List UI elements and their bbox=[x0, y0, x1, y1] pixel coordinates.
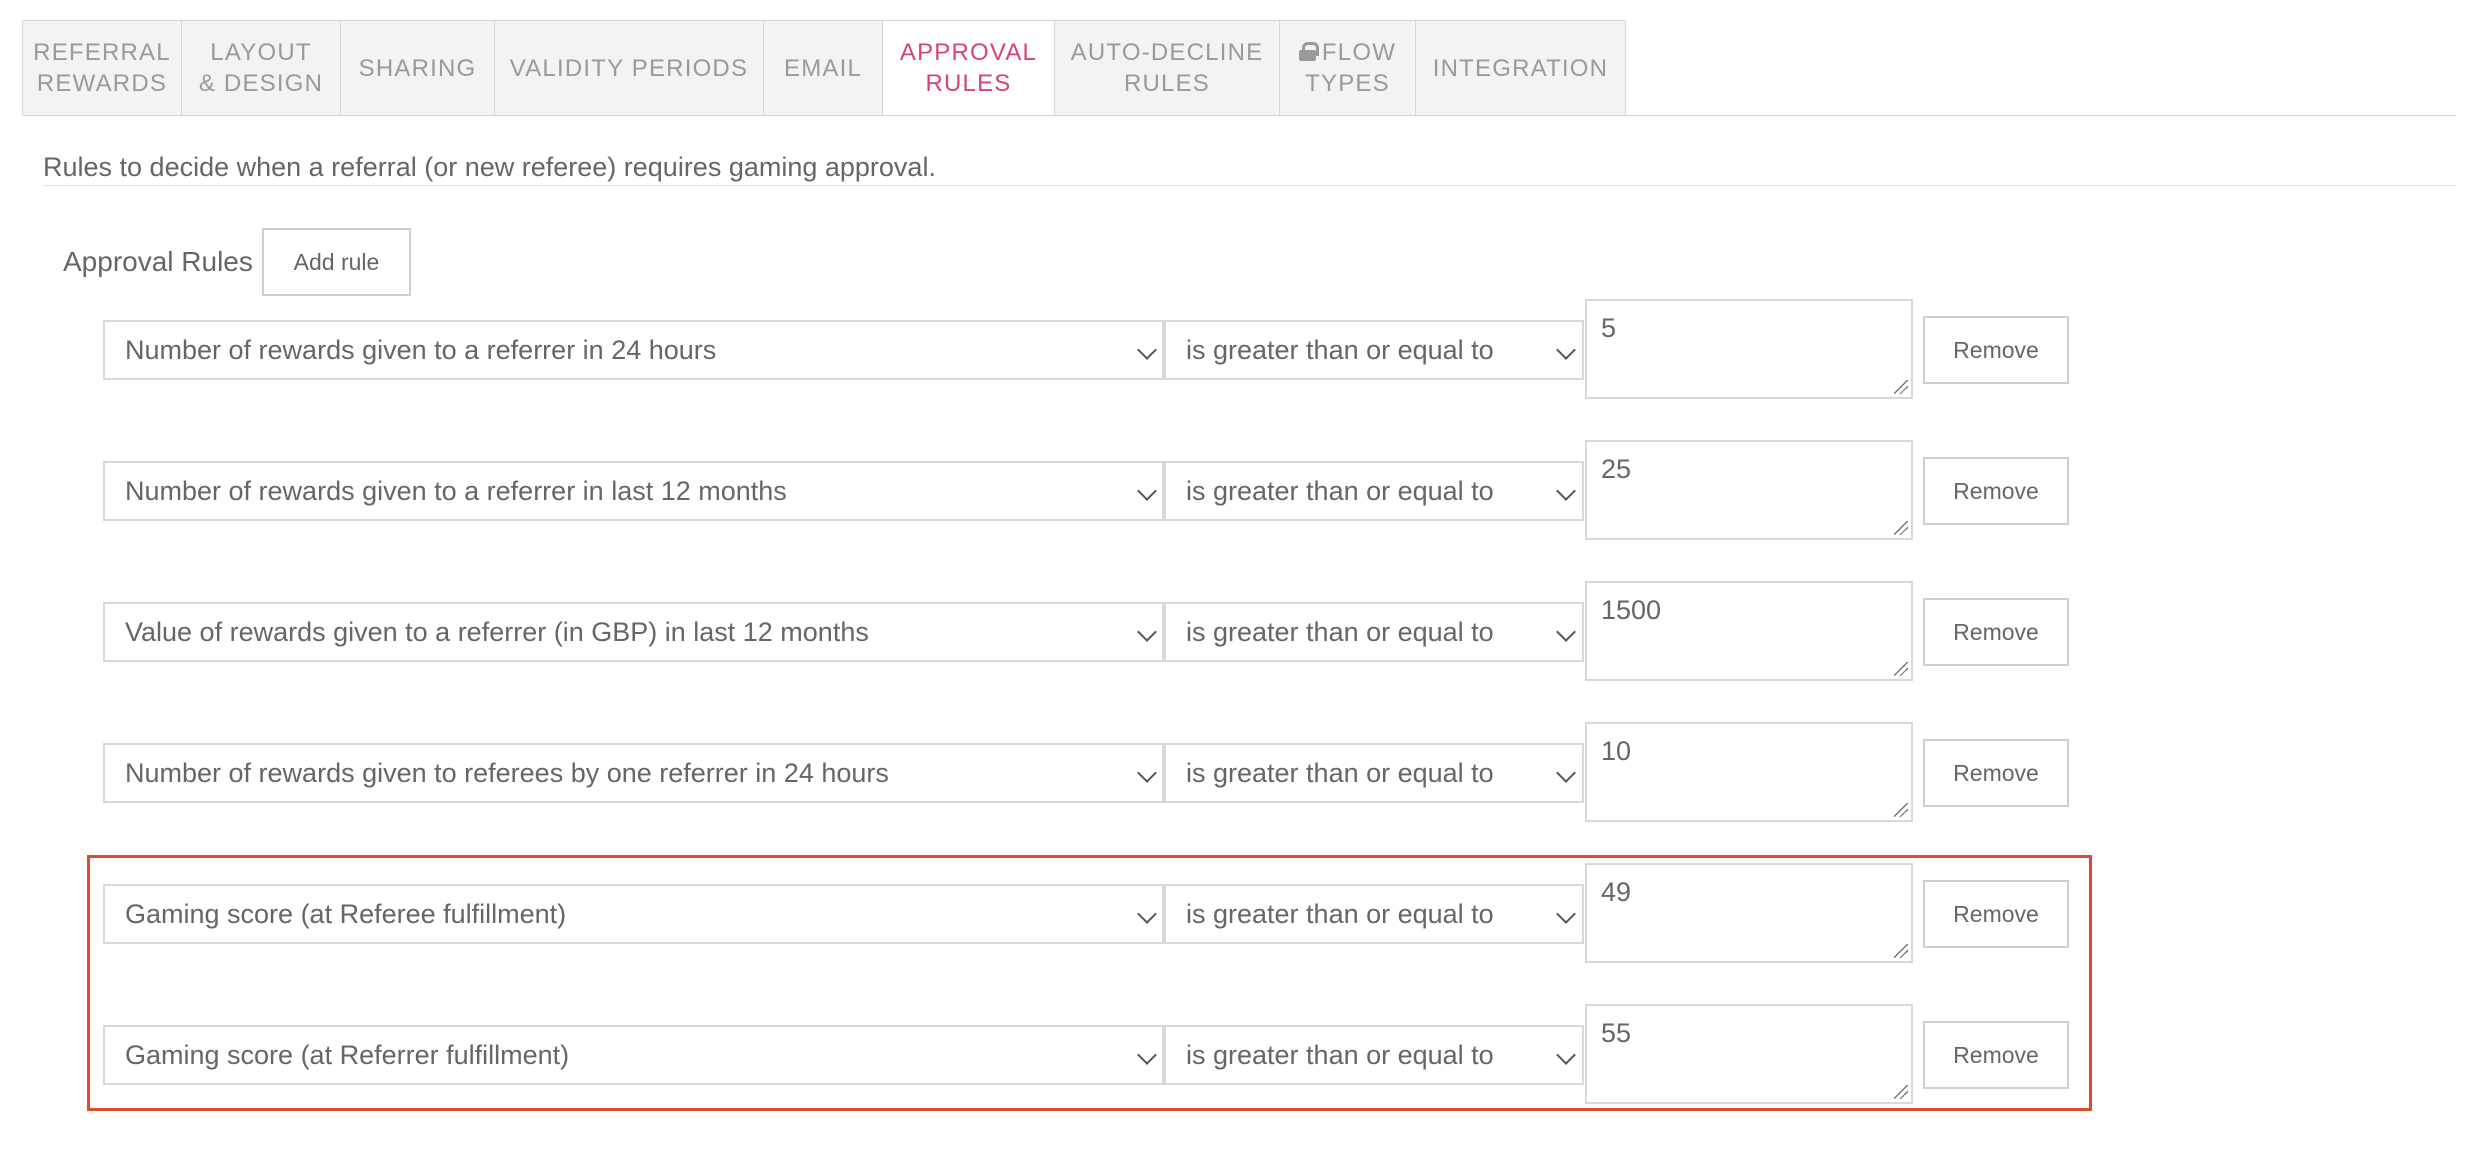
lock-icon bbox=[1298, 42, 1319, 61]
operator-value: is greater than or equal to bbox=[1186, 335, 1494, 365]
metric-select[interactable]: Number of rewards given to referees by o… bbox=[103, 743, 1164, 803]
tab-label: EMAIL bbox=[783, 54, 863, 82]
tab-label: FLOW TYPES bbox=[1298, 37, 1396, 99]
threshold-textarea[interactable]: 25 bbox=[1585, 440, 1913, 540]
chevron-down-icon bbox=[1137, 340, 1157, 360]
tab-label: INTEGRATION bbox=[1432, 54, 1609, 82]
remove-rule-button[interactable]: Remove bbox=[1923, 598, 2069, 666]
remove-rule-button[interactable]: Remove bbox=[1923, 457, 2069, 525]
chevron-down-icon bbox=[1556, 340, 1576, 360]
highlight-box bbox=[87, 855, 2092, 1111]
tabs-divider bbox=[22, 115, 2456, 116]
chevron-down-icon bbox=[1556, 763, 1576, 783]
tab-integration[interactable]: INTEGRATION bbox=[1415, 20, 1626, 116]
metric-value: Value of rewards given to a referrer (in… bbox=[125, 617, 869, 647]
threshold-value: 1500 bbox=[1601, 595, 1662, 625]
tab-label: AUTO-DECLINE RULES bbox=[1070, 39, 1264, 97]
tab-validity-periods[interactable]: VALIDITY PERIODS bbox=[494, 20, 763, 116]
tab-referral-rewards[interactable]: REFERRAL REWARDS bbox=[22, 20, 181, 116]
metric-select[interactable]: Number of rewards given to a referrer in… bbox=[103, 320, 1164, 380]
approval-rules-label: Approval Rules bbox=[63, 246, 253, 277]
threshold-value: 10 bbox=[1601, 736, 1632, 766]
page-description: Rules to decide when a referral (or new … bbox=[43, 152, 936, 182]
tab-flow-types[interactable]: FLOW TYPES bbox=[1279, 20, 1415, 116]
settings-tabs: REFERRAL REWARDS LAYOUT & DESIGN SHARING… bbox=[22, 20, 1626, 116]
resize-handle-icon[interactable] bbox=[1894, 521, 1908, 535]
metric-select[interactable]: Value of rewards given to a referrer (in… bbox=[103, 602, 1164, 662]
resize-handle-icon[interactable] bbox=[1894, 662, 1908, 676]
chevron-down-icon bbox=[1556, 622, 1576, 642]
resize-handle-icon[interactable] bbox=[1894, 380, 1908, 394]
tab-label: VALIDITY PERIODS bbox=[509, 54, 749, 82]
operator-value: is greater than or equal to bbox=[1186, 476, 1494, 506]
operator-select[interactable]: is greater than or equal to bbox=[1164, 320, 1584, 380]
metric-value: Number of rewards given to a referrer in… bbox=[125, 335, 717, 365]
threshold-value: 5 bbox=[1601, 313, 1617, 343]
operator-select[interactable]: is greater than or equal to bbox=[1164, 743, 1584, 803]
operator-select[interactable]: is greater than or equal to bbox=[1164, 602, 1584, 662]
metric-value: Number of rewards given to a referrer in… bbox=[125, 476, 787, 506]
tab-label: LAYOUT & DESIGN bbox=[198, 39, 324, 97]
operator-select[interactable]: is greater than or equal to bbox=[1164, 461, 1584, 521]
threshold-value: 25 bbox=[1601, 454, 1632, 484]
tab-auto-decline-rules[interactable]: AUTO-DECLINE RULES bbox=[1054, 20, 1279, 116]
chevron-down-icon bbox=[1137, 763, 1157, 783]
metric-value: Number of rewards given to referees by o… bbox=[125, 758, 889, 788]
tab-label: APPROVAL RULES bbox=[899, 39, 1038, 97]
operator-value: is greater than or equal to bbox=[1186, 617, 1494, 647]
chevron-down-icon bbox=[1556, 481, 1576, 501]
threshold-textarea[interactable]: 1500 bbox=[1585, 581, 1913, 681]
description-divider bbox=[43, 185, 2456, 186]
tab-layout-design[interactable]: LAYOUT & DESIGN bbox=[181, 20, 340, 116]
add-rule-button[interactable]: Add rule bbox=[262, 228, 411, 296]
chevron-down-icon bbox=[1137, 622, 1157, 642]
metric-select[interactable]: Number of rewards given to a referrer in… bbox=[103, 461, 1164, 521]
chevron-down-icon bbox=[1137, 481, 1157, 501]
threshold-textarea[interactable]: 5 bbox=[1585, 299, 1913, 399]
tab-approval-rules[interactable]: APPROVAL RULES bbox=[882, 20, 1054, 116]
tab-label: SHARING bbox=[358, 54, 477, 82]
resize-handle-icon[interactable] bbox=[1894, 803, 1908, 817]
remove-rule-button[interactable]: Remove bbox=[1923, 316, 2069, 384]
operator-value: is greater than or equal to bbox=[1186, 758, 1494, 788]
threshold-textarea[interactable]: 10 bbox=[1585, 722, 1913, 822]
tab-email[interactable]: EMAIL bbox=[763, 20, 882, 116]
tab-label: REFERRAL REWARDS bbox=[33, 39, 171, 97]
tab-sharing[interactable]: SHARING bbox=[340, 20, 494, 116]
remove-rule-button[interactable]: Remove bbox=[1923, 739, 2069, 807]
